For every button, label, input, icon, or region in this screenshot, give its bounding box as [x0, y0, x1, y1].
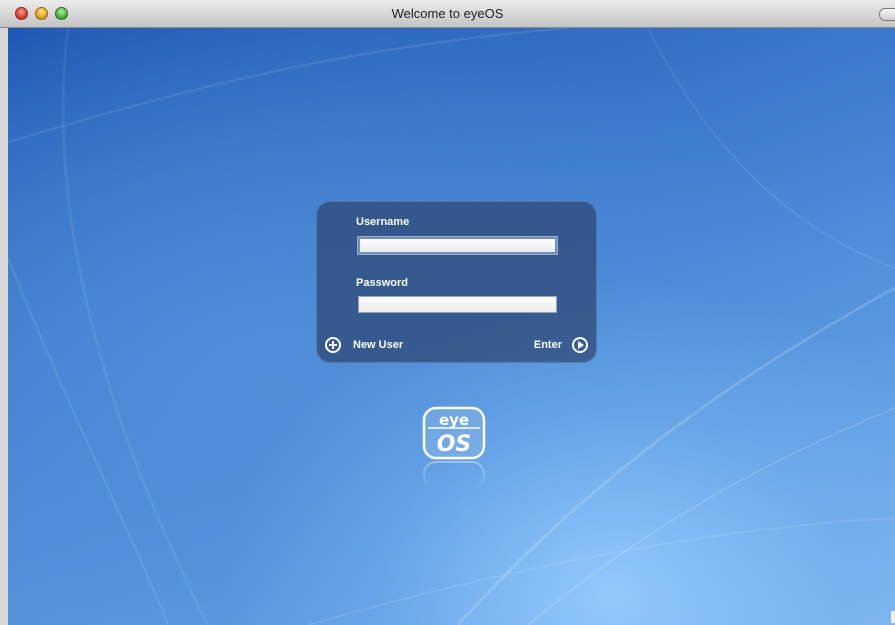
eyeos-logo: eye OS	[422, 406, 486, 489]
enter-label: Enter	[533, 339, 562, 351]
app-window: Welcome to eyeOS Username Password New U…	[0, 0, 895, 625]
desktop-background: Username Password New User Enter eye OS	[8, 28, 895, 625]
title-bar[interactable]: Welcome to eyeOS	[0, 0, 895, 28]
login-panel: Username Password New User Enter	[316, 201, 597, 363]
logo-eye-text: eye	[439, 411, 469, 429]
password-input[interactable]	[358, 296, 557, 313]
username-label: Username	[356, 216, 410, 228]
toolbar-toggle-button[interactable]	[879, 8, 895, 21]
logo-os-text: OS	[437, 432, 472, 457]
resize-marker	[891, 611, 895, 623]
password-label: Password	[356, 277, 408, 289]
enter-button[interactable]: Enter	[508, 337, 588, 355]
new-user-button[interactable]: New User	[325, 337, 425, 355]
new-user-label: New User	[353, 339, 404, 351]
arrow-right-circle-icon	[572, 337, 588, 353]
username-input[interactable]	[358, 237, 557, 254]
plus-circle-icon	[325, 337, 341, 353]
window-title: Welcome to eyeOS	[391, 6, 504, 21]
